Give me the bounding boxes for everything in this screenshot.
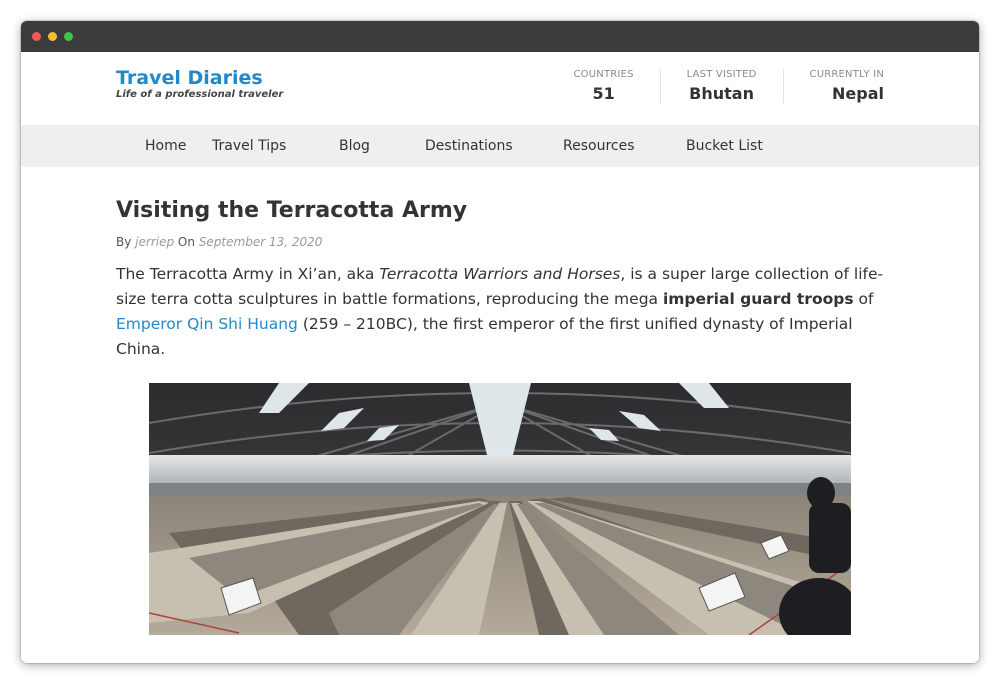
window-titlebar [21, 21, 979, 52]
paragraph-bold: imperial guard troops [662, 290, 854, 308]
meta-by: By [116, 235, 132, 249]
nav-item-destinations[interactable]: Destinations [425, 125, 563, 167]
meta-on: On [177, 235, 195, 249]
stat-label: CURRENTLY IN [809, 69, 884, 80]
post-meta: By jerriep On September 13, 2020 [116, 234, 884, 250]
emperor-link[interactable]: Emperor Qin Shi Huang [116, 315, 298, 333]
terracotta-army-photo [149, 383, 851, 635]
nav-item-resources[interactable]: Resources [563, 125, 686, 167]
stat-currently-in: CURRENTLY IN Nepal [782, 69, 884, 103]
maximize-window-button[interactable] [64, 32, 73, 41]
travel-stats: COUNTRIES 51 LAST VISITED Bhutan CURRENT… [574, 69, 884, 103]
post-paragraph: The Terracotta Army in Xi’an, aka Terrac… [116, 262, 886, 362]
paragraph-text: of [853, 290, 874, 308]
paragraph-text: The Terracotta Army in Xi’an, aka [116, 265, 380, 283]
nav-item-travel-tips[interactable]: Travel Tips [212, 125, 339, 167]
nav-item-blog[interactable]: Blog [339, 125, 425, 167]
site-title[interactable]: Travel Diaries [116, 67, 283, 89]
minimize-window-button[interactable] [48, 32, 57, 41]
post-content: Visiting the Terracotta Army By jerriep … [21, 167, 979, 635]
site-tagline: Life of a professional traveler [116, 89, 284, 100]
stat-last-visited: LAST VISITED Bhutan [659, 69, 783, 103]
stat-label: LAST VISITED [686, 69, 757, 80]
stat-label: COUNTRIES [573, 69, 634, 80]
browser-window: Travel Diaries Life of a professional tr… [21, 21, 979, 663]
stat-value: 51 [592, 84, 615, 103]
photo-illustration [149, 383, 851, 635]
post-author[interactable]: jerriep [135, 235, 174, 249]
nav-item-home[interactable]: Home [116, 125, 212, 167]
stat-value: Nepal [832, 84, 884, 103]
main-nav: Home Travel Tips Blog Destinations Resou… [21, 125, 979, 167]
nav-item-bucket-list[interactable]: Bucket List [686, 125, 796, 167]
stat-countries: COUNTRIES 51 [574, 69, 660, 103]
paragraph-italic: Terracotta Warriors and Horses [379, 265, 621, 283]
post-title[interactable]: Visiting the Terracotta Army [116, 198, 884, 224]
close-window-button[interactable] [32, 32, 41, 41]
site-header: Travel Diaries Life of a professional tr… [21, 52, 979, 125]
stat-value: Bhutan [689, 84, 754, 103]
site-brand[interactable]: Travel Diaries Life of a professional tr… [116, 67, 283, 101]
post-date: September 13, 2020 [198, 235, 323, 249]
